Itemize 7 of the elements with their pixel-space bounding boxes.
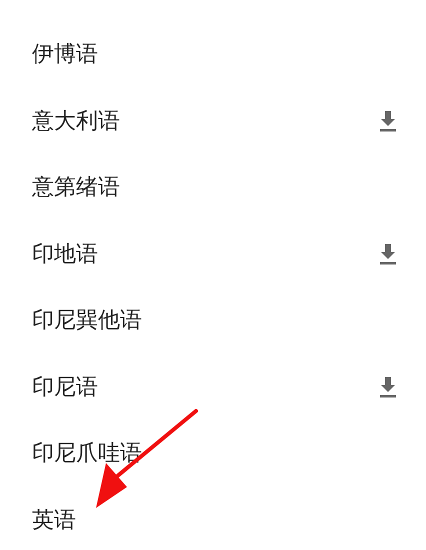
language-name[interactable]: 印地语 <box>32 238 98 269</box>
language-name[interactable]: 意第绪语 <box>32 172 120 202</box>
language-name[interactable]: 印尼语 <box>32 372 98 402</box>
language-name[interactable]: 印尼巽他语 <box>32 305 142 336</box>
language-name[interactable]: 意大利语 <box>32 106 120 136</box>
language-name[interactable]: 伊博语 <box>32 39 98 70</box>
language-name[interactable]: 英语 <box>32 504 76 535</box>
